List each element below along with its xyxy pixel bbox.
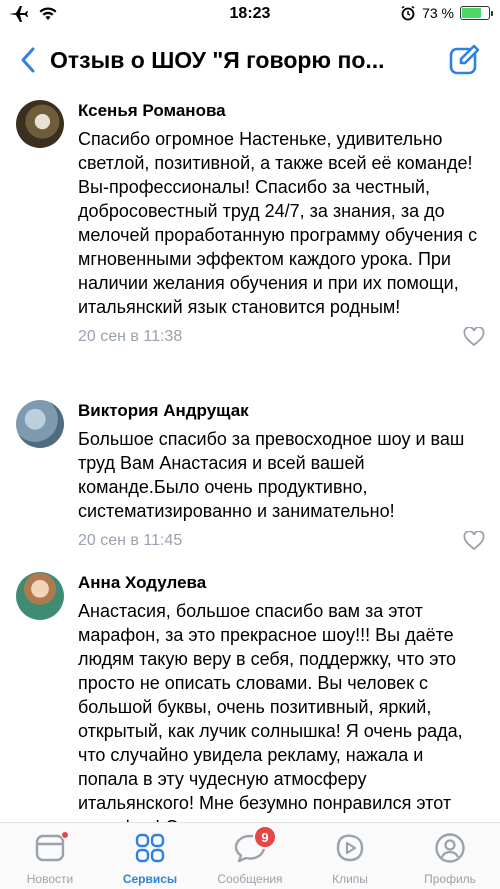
comment-body: Анна Ходулева Анастасия, большое спасибо… [78, 568, 486, 822]
comments-feed[interactable]: Ксенья Романова Спасибо огромное Настень… [0, 96, 500, 822]
avatar[interactable] [16, 400, 64, 448]
battery-icon [460, 6, 493, 20]
tab-label: Новости [26, 872, 74, 886]
tab-label: Клипы [332, 872, 368, 886]
comment-author[interactable]: Виктория Андрущак [78, 399, 486, 423]
tab-messages[interactable]: 9 Сообщения [200, 823, 300, 889]
chevron-left-icon [21, 47, 35, 73]
back-button[interactable] [6, 34, 50, 86]
page-title: Отзыв о ШОУ "Я говорю по... [50, 46, 385, 73]
tab-news[interactable]: Новости [0, 823, 100, 889]
like-button[interactable] [462, 325, 486, 349]
comment-body: Ксенья Романова Спасибо огромное Настень… [78, 96, 486, 396]
profile-icon [433, 831, 467, 865]
messages-icon: 9 [233, 825, 277, 865]
battery-level [462, 8, 481, 18]
comment-meta: 20 сен в 11:45 [78, 529, 486, 553]
comment-item: Анна Ходулева Анастасия, большое спасибо… [0, 568, 500, 822]
comment-item: Ксенья Романова Спасибо огромное Настень… [0, 96, 500, 396]
heart-icon [463, 327, 485, 347]
tab-bar: Новости Сервисы 9 Сообщения Клипы Профил… [0, 822, 500, 889]
status-right: 73 % [400, 5, 493, 21]
unread-badge: 9 [253, 825, 277, 849]
heart-icon [463, 531, 485, 551]
status-bar: 18:23 73 % [0, 0, 500, 30]
comment-text: Спасибо огромное Настеньке, удивительно … [78, 129, 478, 317]
comment-author[interactable]: Ксенья Романова [78, 99, 486, 123]
comment-author[interactable]: Анна Ходулева [78, 571, 486, 595]
compose-button[interactable] [442, 38, 486, 82]
comment-meta: 20 сен в 11:38 [78, 325, 486, 349]
tab-label: Профиль [424, 872, 476, 886]
tab-services[interactable]: Сервисы [100, 823, 200, 889]
tab-label: Сервисы [122, 872, 178, 886]
like-button[interactable] [462, 529, 486, 553]
comment-text: Большое спасибо за превосходное шоу и ва… [78, 429, 465, 521]
comment-time: 20 сен в 11:38 [78, 328, 183, 345]
clips-icon [333, 831, 367, 865]
nav-header: Отзыв о ШОУ "Я говорю по... [0, 34, 500, 86]
comment-time: 20 сен в 11:45 [78, 532, 183, 549]
comment-text: Анастасия, большое спасибо вам за этот м… [78, 601, 463, 822]
tab-clips[interactable]: Клипы [300, 823, 400, 889]
comment-item: Виктория Андрущак Большое спасибо за пре… [0, 396, 500, 568]
edit-icon [449, 44, 480, 75]
alarm-icon [401, 5, 415, 21]
tab-profile[interactable]: Профиль [400, 823, 500, 889]
battery-percent: 73 % [422, 5, 454, 21]
avatar[interactable] [16, 572, 64, 620]
notification-dot [61, 831, 69, 839]
comment-body: Виктория Андрущак Большое спасибо за пре… [78, 396, 486, 568]
services-icon [133, 831, 167, 865]
tab-label: Сообщения [217, 872, 283, 886]
avatar[interactable] [16, 100, 64, 148]
news-icon [33, 831, 69, 865]
